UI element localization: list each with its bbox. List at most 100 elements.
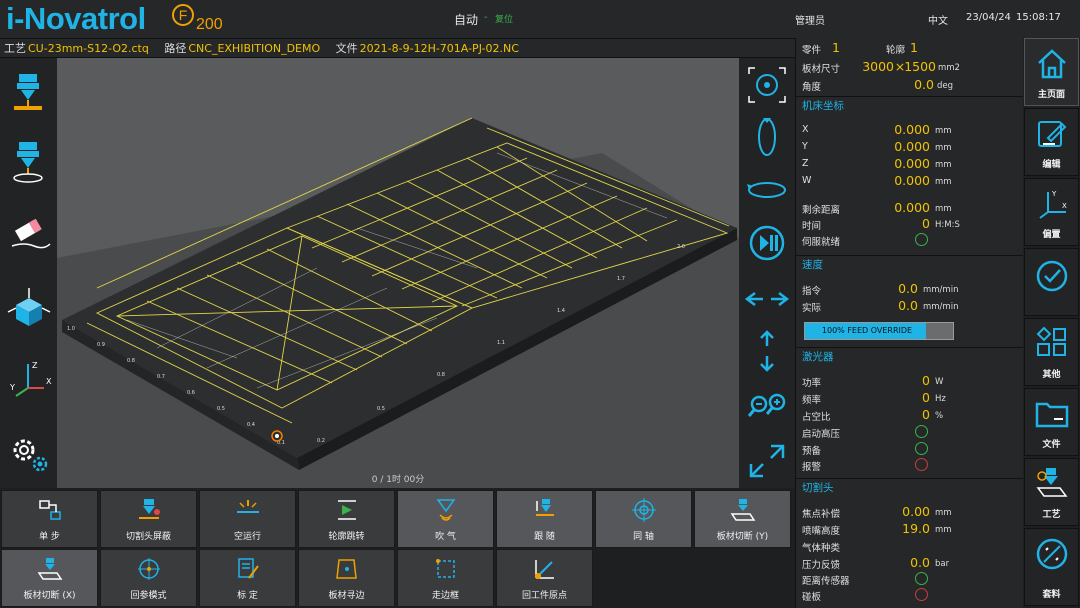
hv-label: 启动高压 [802,429,841,440]
process-label: 工艺 [4,42,26,55]
offset-axis-icon: YX [1039,190,1067,219]
play-pause-icon[interactable] [743,220,791,266]
language-select[interactable]: 中文 [928,12,948,27]
sheet-height: 1500 [904,59,936,74]
head-shield-icon [139,499,160,519]
return-origin-button[interactable]: 回工件原点 [496,549,593,607]
w-unit: mm [935,177,952,187]
contour-jump-button[interactable]: 轮廓跳转 [298,490,395,548]
freq-label: 频率 [802,395,822,406]
single-step-button[interactable]: 单 步 [1,490,98,548]
alarm-label: 报警 [802,462,822,473]
check-circle-icon [1036,260,1068,292]
svg-text:1.4: 1.4 [557,308,565,314]
pan-horizontal-icon[interactable] [743,276,791,322]
power-unit: W [935,377,944,387]
file-label: 文件 [335,42,358,55]
power-value: 0 [922,373,930,388]
svg-text:Y: Y [1051,190,1057,198]
cnc-3d-viewport[interactable]: 1.0 0.9 0.8 0.7 0.6 0.5 0.4 0.1 0.2 0.5 0.8 1.1 1.4… [57,58,739,488]
nav-nesting[interactable]: 套料 [1024,528,1079,606]
svg-text:0.2: 0.2 [317,438,325,444]
return-origin-icon [535,560,554,579]
angle-value: 0.0 [914,77,934,92]
nav-other[interactable]: 其他 [1024,318,1079,386]
time-label: 时间 [802,221,822,232]
remain-unit: mm [935,204,952,214]
x-unit: mm [935,126,952,136]
svg-text:0.5: 0.5 [377,406,385,412]
nav-home[interactable]: 主页面 [1024,38,1079,106]
laser-head-down-icon[interactable] [4,66,54,116]
pressure-unit: bar [935,559,950,569]
laser-head-follow-icon[interactable] [4,136,54,186]
nav-other-label: 其他 [1042,370,1061,380]
w-label: W [802,175,812,186]
nav-file[interactable]: 文件 [1024,388,1079,456]
sheet-cut-y-button[interactable]: 板材切断 (Y) [694,490,791,548]
speed-cmd-label: 指令 [802,286,822,297]
sheet-cut-x-icon [37,558,63,580]
path-name: CNC_EXHIBITION_DEMO [188,42,321,55]
nav-process[interactable]: 工艺 [1024,458,1079,526]
rotate-vertical-icon[interactable] [743,114,791,160]
axis-xyz-icon[interactable]: ZX Y [4,354,54,404]
process-name: CU-23mm-S12-O2.ctq [28,42,149,55]
coaxial-button[interactable]: 同 轴 [595,490,692,548]
svg-text:0.5: 0.5 [217,406,225,412]
svg-text:X: X [1062,202,1067,210]
pressure-label: 压力反馈 [802,560,841,571]
reference-mode-button[interactable]: 回参模式 [100,549,197,607]
head-shield-label: 切割头屏蔽 [125,532,171,542]
freq-value: 0 [922,390,930,405]
frame-trace-label: 走边框 [431,591,459,601]
nav-offset[interactable]: YX 偏置 [1024,178,1079,246]
z-unit: mm [935,160,952,170]
follow-label: 跟 随 [534,532,555,542]
svg-text:1.1: 1.1 [497,340,505,346]
path-label: 路径 [164,42,187,55]
hv-led [915,425,928,438]
svg-text:X: X [46,377,52,386]
rotate-horizontal-icon[interactable] [743,166,791,212]
part-label: 零件 [802,45,822,56]
eraser-icon[interactable] [4,208,54,258]
calibrate-button[interactable]: 标 定 [199,549,296,607]
reset-status[interactable]: 复位 [495,12,513,25]
reference-mode-icon [138,558,160,580]
pan-vertical-icon[interactable] [743,328,791,374]
zoom-icon[interactable] [743,384,791,430]
svg-text:0.7: 0.7 [157,374,165,380]
settings-gears-icon[interactable] [4,428,54,478]
user-label[interactable]: 管理员 [795,12,825,27]
svg-text:0.9: 0.9 [97,342,105,348]
process-laser-icon [1036,468,1068,497]
nav-edit[interactable]: 编辑 [1024,108,1079,176]
calibrate-icon [238,558,259,579]
w-value: 0.000 [894,173,930,188]
blow-air-button[interactable]: 吹 气 [397,490,494,548]
edge-find-button[interactable]: 板材寻边 [298,549,395,607]
follow-button[interactable]: 跟 随 [496,490,593,548]
servo-ready-led [915,233,928,246]
svg-text:0.4: 0.4 [247,422,255,428]
dry-run-button[interactable]: 空运行 [199,490,296,548]
main-nav: 主页面 编辑 YX 偏置 其他 文件 工艺 套料 [1023,38,1080,608]
svg-text:Y: Y [9,383,15,392]
nav-check[interactable] [1024,248,1079,316]
locate-target-icon[interactable] [743,62,791,108]
feed-override-bar[interactable]: 100% FEED OVERRIDE [804,322,954,340]
blow-air-label: 吹 气 [435,532,456,542]
3d-cube-view-icon[interactable] [4,284,54,334]
machine-coord-title: 机床坐标 [796,96,1024,114]
z-value: 0.000 [894,156,930,171]
distance-sensor-led [915,572,928,585]
calibrate-label: 标 定 [237,591,258,601]
part-value: 1 [832,40,840,55]
date-label: 23/04/24 [966,12,1011,23]
focus-value: 0.00 [902,504,930,519]
fit-expand-icon[interactable] [743,438,791,484]
head-shield-button[interactable]: 切割头屏蔽 [100,490,197,548]
sheet-cut-x-button[interactable]: 板材切断 (X) [1,549,98,607]
frame-trace-button[interactable]: 走边框 [397,549,494,607]
